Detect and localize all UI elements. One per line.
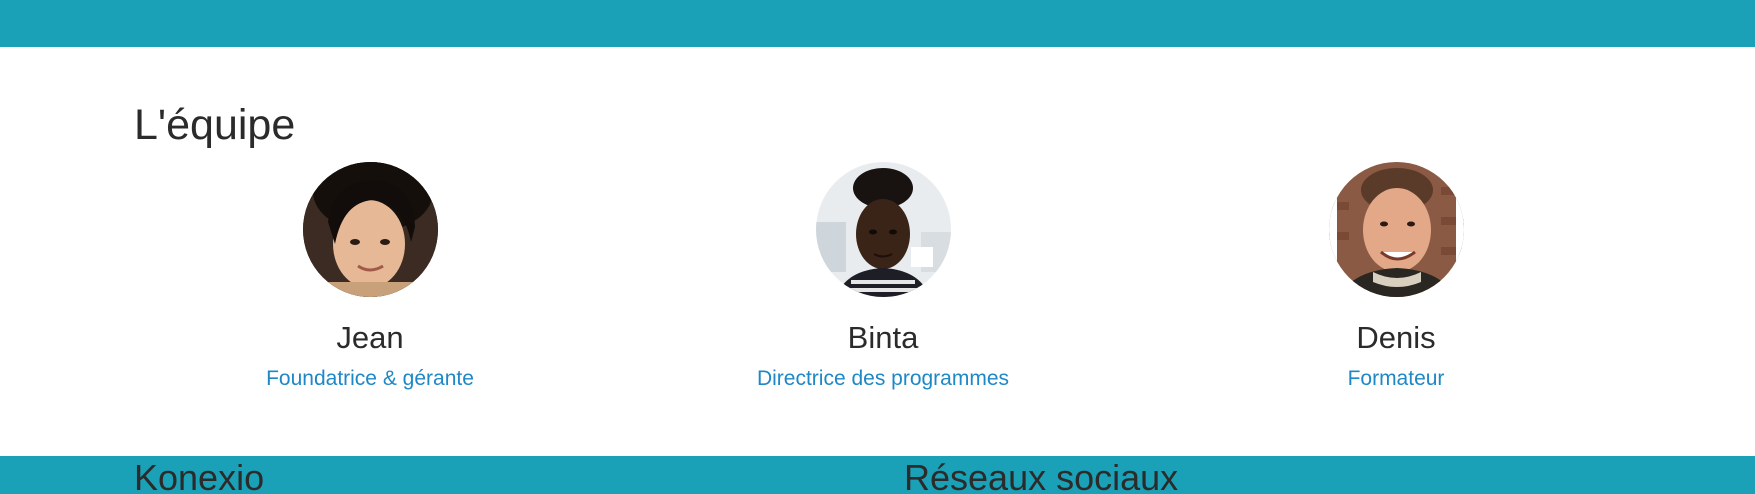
footer-konexio-heading: Konexio bbox=[134, 457, 265, 494]
team-member-name: Binta bbox=[847, 320, 919, 355]
team-member-role: Formateur bbox=[1347, 367, 1445, 391]
team-member-role: Foundatrice & gérante bbox=[266, 367, 474, 391]
top-navbar bbox=[0, 0, 1755, 47]
team-member-role: Directrice des programmes bbox=[756, 367, 1010, 391]
team-member-card: Binta Directrice des programmes bbox=[733, 162, 1033, 391]
team-member-avatar bbox=[1328, 162, 1464, 297]
team-member-name: Denis bbox=[1356, 320, 1436, 355]
team-member-card: Jean Foundatrice & gérante bbox=[220, 162, 520, 391]
footer: Konexio Réseaux sociaux bbox=[0, 456, 1755, 494]
team-member-name: Jean bbox=[336, 320, 404, 355]
team-section-title: L'équipe bbox=[134, 101, 296, 149]
team-member-card: Denis Formateur bbox=[1246, 162, 1546, 391]
team-member-avatar bbox=[815, 162, 951, 297]
footer-social-heading: Réseaux sociaux bbox=[904, 457, 1179, 494]
team-member-avatar bbox=[302, 162, 438, 297]
